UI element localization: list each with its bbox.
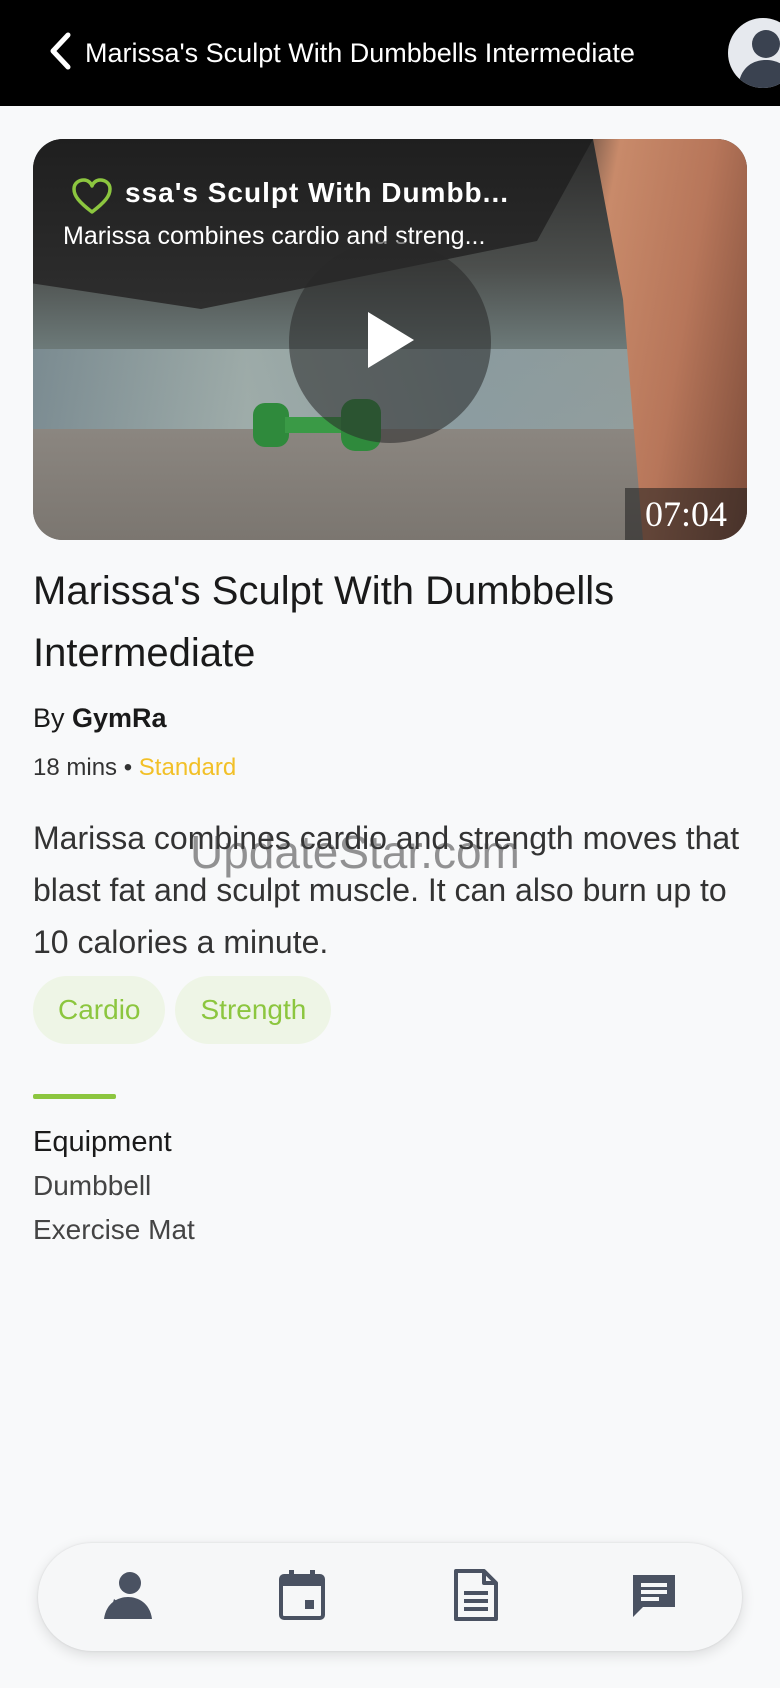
document-icon xyxy=(450,1567,502,1627)
byline: By GymRa xyxy=(33,696,167,740)
nav-profile[interactable] xyxy=(98,1567,158,1627)
tag-cardio[interactable]: Cardio xyxy=(33,976,166,1044)
profile-icon xyxy=(100,1569,156,1625)
workout-meta: 18 mins • Standard xyxy=(33,748,236,788)
equipment-item: Exercise Mat xyxy=(33,1214,195,1245)
workout-title: Marissa's Sculpt With Dumbbells Intermed… xyxy=(33,569,615,675)
section-divider xyxy=(33,1094,116,1099)
nav-chat[interactable] xyxy=(624,1567,684,1627)
back-button[interactable] xyxy=(42,30,78,76)
workout-detail-page: Marissa's Sculpt With Dumbbells Intermed… xyxy=(0,0,780,1688)
meta-separator: • xyxy=(117,754,139,781)
user-avatar-icon xyxy=(728,30,780,88)
workout-duration: 18 mins xyxy=(33,754,118,781)
play-icon xyxy=(362,308,418,376)
chat-icon xyxy=(629,1571,679,1623)
page-title: Marissa's Sculpt With Dumbbells Intermed… xyxy=(85,38,635,68)
bottom-nav xyxy=(38,1543,742,1651)
top-bar: Marissa's Sculpt With Dumbbells Intermed… xyxy=(0,0,780,106)
byline-prefix: By xyxy=(33,703,65,733)
author-name[interactable]: GymRa xyxy=(72,703,167,733)
video-overlay-subtitle: Marissa combines cardio and streng... xyxy=(63,222,486,250)
calendar-icon xyxy=(277,1568,327,1626)
video-duration: 07:04 xyxy=(625,488,747,540)
play-button[interactable] xyxy=(289,241,491,443)
video-player[interactable]: ssa's Sculpt With Dumbb... Marissa combi… xyxy=(33,139,747,540)
workout-level: Standard xyxy=(138,754,237,781)
chevron-left-icon xyxy=(47,31,73,75)
equipment-item: Dumbbell xyxy=(33,1170,152,1201)
equipment-list: Dumbbell Exercise Mat xyxy=(33,1164,195,1252)
equipment-heading: Equipment xyxy=(33,1126,172,1158)
workout-description: Marissa combines cardio and strength mov… xyxy=(33,820,740,960)
avatar[interactable] xyxy=(728,18,780,88)
tag-list: Cardio Strength xyxy=(33,976,332,1044)
tag-strength[interactable]: Strength xyxy=(175,976,332,1044)
nav-calendar[interactable] xyxy=(272,1567,332,1627)
nav-documents[interactable] xyxy=(446,1567,506,1627)
